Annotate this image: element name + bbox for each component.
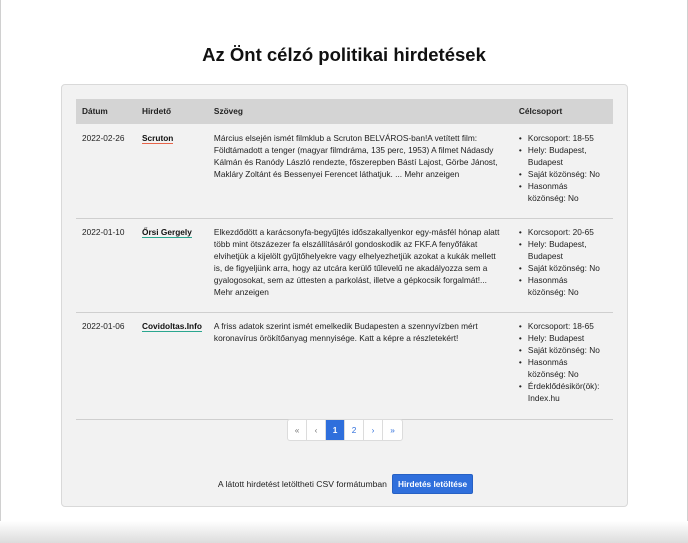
target-item: Saját közönség: No bbox=[519, 168, 607, 180]
table-row: 2022-01-10 Őrsi Gergely Elkezdődött a ka… bbox=[76, 218, 613, 312]
advertiser-link[interactable]: Covidoltas.Info bbox=[142, 320, 202, 332]
target-list: Korcsoport: 20-65 Hely: Budapest, Budape… bbox=[519, 226, 607, 298]
csv-download-row: A látott hirdetést letöltheti CSV formát… bbox=[62, 474, 629, 494]
table-row: 2022-01-06 Covidoltas.Info A friss adato… bbox=[76, 312, 613, 419]
pagination: « ‹ 1 2 › » bbox=[287, 419, 403, 441]
target-list: Korcsoport: 18-55 Hely: Budapest, Budape… bbox=[519, 132, 607, 204]
header-date: Dátum bbox=[76, 99, 136, 124]
target-item: Korcsoport: 18-65 bbox=[519, 320, 607, 332]
ad-date: 2022-01-10 bbox=[82, 226, 125, 237]
window-left-border bbox=[0, 0, 1, 543]
advertiser-link[interactable]: Őrsi Gergely bbox=[142, 226, 192, 238]
target-item: Hasonmás közönség: No bbox=[519, 180, 607, 204]
target-item: Hely: Budapest, Budapest bbox=[519, 144, 607, 168]
last-page-button[interactable]: » bbox=[383, 420, 402, 440]
bottom-shadow bbox=[0, 521, 688, 543]
target-item: Korcsoport: 20-65 bbox=[519, 226, 607, 238]
target-item: Saját közönség: No bbox=[519, 344, 607, 356]
ad-date: 2022-01-06 bbox=[82, 320, 125, 331]
target-item: Hely: Budapest, Budapest bbox=[519, 238, 607, 262]
target-item: Korcsoport: 18-55 bbox=[519, 132, 607, 144]
target-item: Érdeklődésikör(ök): Index.hu bbox=[519, 380, 607, 404]
ad-text: A friss adatok szerint ismét emelkedik B… bbox=[213, 320, 478, 343]
first-page-button[interactable]: « bbox=[288, 420, 307, 440]
target-item: Hasonmás közönség: No bbox=[519, 274, 607, 298]
target-item: Hasonmás közönség: No bbox=[519, 356, 607, 380]
prev-page-button[interactable]: ‹ bbox=[307, 420, 326, 440]
target-item: Hely: Budapest bbox=[519, 332, 607, 344]
header-advertiser: Hirdető bbox=[136, 99, 208, 124]
ad-text: Március elsején ismét filmklub a Scruton… bbox=[213, 133, 498, 180]
ads-panel: Dátum Hirdető Szöveg Célcsoport 2022-02-… bbox=[61, 84, 628, 507]
ads-table: Dátum Hirdető Szöveg Célcsoport 2022-02-… bbox=[76, 99, 613, 420]
target-item: Saját közönség: No bbox=[519, 262, 607, 274]
table-header-row: Dátum Hirdető Szöveg Célcsoport bbox=[76, 99, 613, 124]
csv-label: A látott hirdetést letöltheti CSV formát… bbox=[217, 479, 387, 489]
page-1-button[interactable]: 1 bbox=[326, 420, 345, 440]
table-row: 2022-02-26 Scruton Március elsején ismét… bbox=[76, 124, 613, 218]
header-text: Szöveg bbox=[207, 99, 513, 124]
ad-text: Elkezdődött a karácsonyfa-begyűjtés idős… bbox=[213, 226, 500, 297]
next-page-button[interactable]: › bbox=[364, 420, 383, 440]
ad-date: 2022-02-26 bbox=[82, 133, 125, 143]
page-2-button[interactable]: 2 bbox=[345, 420, 364, 440]
page-title: Az Önt célzó politikai hirdetések bbox=[202, 44, 486, 65]
advertiser-link[interactable]: Scruton bbox=[142, 133, 174, 144]
download-ads-button[interactable]: Hirdetés letöltése bbox=[391, 474, 474, 494]
target-list: Korcsoport: 18-65 Hely: Budapest Saját k… bbox=[519, 320, 607, 404]
header-target: Célcsoport bbox=[512, 99, 613, 124]
